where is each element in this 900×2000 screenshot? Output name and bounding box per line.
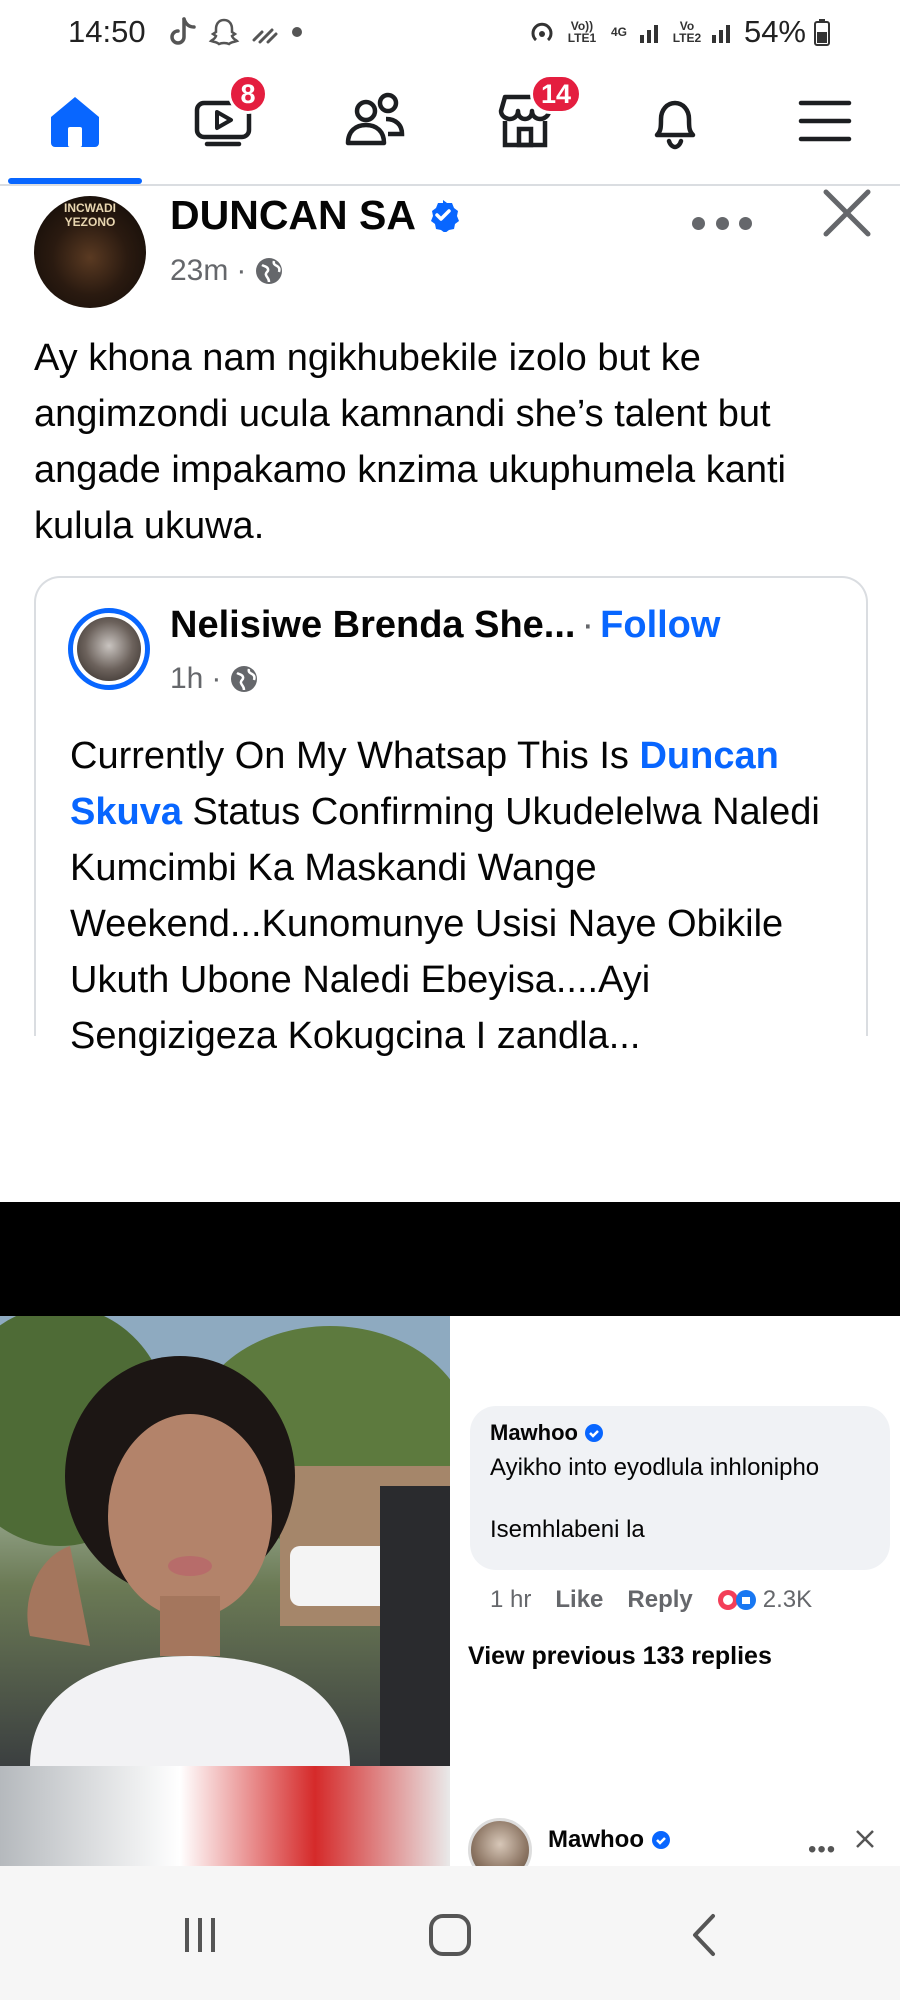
close-icon [856,1830,874,1848]
home-square-icon [429,1914,471,1956]
comment-line-2: Isemhlabeni la [490,1516,645,1543]
home-icon [51,97,99,147]
post-text: Ay khona nam ngikhubekile izolo but ke a… [34,337,786,547]
nav-marketplace[interactable]: 14 [490,74,583,156]
globe-icon [256,258,283,284]
avatar-text-line1: INCWADI [64,201,116,215]
comment-reply: Reply [627,1586,693,1613]
shared-meta: 1h · [170,662,259,696]
verified-badge-icon [651,1831,670,1849]
post-header: INCWADI YEZONO DUNCAN SA 23m · [0,186,900,311]
comment-time: 1 hr [490,1586,532,1613]
status-bar: 14:50 Vo)) LTE1 4G Vo LTE2 54% [0,0,900,64]
avatar-text-line2: YEZONO [64,215,116,229]
shared-name-row: Nelisiwe Brenda She... · Follow [170,604,720,647]
author-avatar[interactable]: INCWADI YEZONO [34,196,146,308]
lte2-label: Vo LTE2 [672,19,702,45]
hotspot-icon [531,22,553,42]
nav-menu[interactable] [790,86,860,156]
back-chevron-icon [693,1914,715,1956]
more-options-icon[interactable] [692,208,752,238]
shared-text-after: Status Confirming Ukudelelwa Naledi Kumc… [70,791,820,1057]
reaction-icons: 2.3K [717,1586,812,1614]
close-icon[interactable] [820,186,874,240]
like-reaction-icon [735,1590,756,1610]
shared-post-card[interactable]: Nelisiwe Brenda She... · Follow 1h · Curre… [34,576,868,1057]
lte1-label: Vo)) LTE1 [567,19,597,45]
shared-author-name[interactable]: Nelisiwe Brenda She... [170,604,575,646]
post-meta: 23m · [170,254,284,288]
nav-watch[interactable]: 8 [188,74,268,156]
second-photo[interactable] [0,1766,450,1866]
comment-like: Like [555,1586,604,1613]
nav-friends[interactable] [340,86,410,156]
comment-actions: 1 hr Like Reply 2.3K [490,1586,812,1614]
signal-bars-icon [711,25,730,43]
shared-separator: · [581,604,595,646]
post-time[interactable]: 23m [170,254,228,288]
facebook-nav-bar: 8 14 [0,64,900,186]
author-name[interactable]: DUNCAN SA [170,192,416,238]
back-button[interactable] [676,1910,736,1960]
nav-notifications[interactable] [640,86,710,156]
recent-apps-icon [185,1918,215,1952]
meta-separator: · [211,662,222,695]
shared-time[interactable]: 1h [170,662,203,696]
comment-line-1: Ayikho into eyodlula inhlonipho [490,1454,820,1481]
status-time: 14:50 [68,14,146,49]
watch-badge: 8 [228,74,268,114]
comment-screenshot: Mawhoo Ayikho into eyodlula inhlonipho I… [450,1316,900,1882]
signal-bars-icon [639,25,658,43]
verified-badge-icon [585,1424,604,1442]
reply-author-name: Mawhoo [548,1826,644,1853]
active-tab-indicator [8,178,142,184]
reaction-count: 2.3K [762,1586,813,1613]
battery-icon [814,19,830,46]
home-button[interactable] [420,1910,480,1960]
view-previous-replies: View previous 133 replies [468,1642,772,1670]
dot-icon [292,27,302,37]
signal-waves-icon [252,28,278,44]
recent-apps-button[interactable] [170,1910,230,1960]
comment-bubble: Mawhoo Ayikho into eyodlula inhlonipho I… [470,1406,890,1570]
shared-author-avatar[interactable] [68,608,150,690]
marketplace-badge: 14 [530,74,583,114]
verified-badge-icon [426,195,460,242]
woman-photo[interactable] [0,1316,450,1766]
follow-button[interactable]: Follow [600,604,720,646]
image-top-band [0,1202,900,1316]
tiktok-icon [170,17,196,45]
comment-author-name: Mawhoo [490,1420,578,1445]
4g-label: 4G [610,25,627,39]
shared-text-before: Currently On My Whatsap This Is [70,735,640,777]
reply-author: Mawhoo [548,1826,671,1854]
meta-separator: · [236,254,247,287]
system-icons: Vo)) LTE1 4G Vo LTE2 54% [528,14,830,50]
friends-icon [345,92,405,146]
shared-post-text: Currently On My Whatsap This Is Duncan S… [70,728,860,1064]
reply-more-icon: ••• [808,1836,837,1863]
nav-home[interactable] [40,86,110,156]
snapchat-icon [208,18,240,46]
system-navigation-bar [0,1866,900,2000]
author-name-row[interactable]: DUNCAN SA [170,192,460,242]
comment-author: Mawhoo [490,1420,870,1446]
hamburger-menu-icon [798,100,852,142]
battery-percent: 54% [743,14,806,49]
bell-icon [654,100,696,150]
globe-icon [231,666,258,692]
notification-icons [168,16,304,48]
